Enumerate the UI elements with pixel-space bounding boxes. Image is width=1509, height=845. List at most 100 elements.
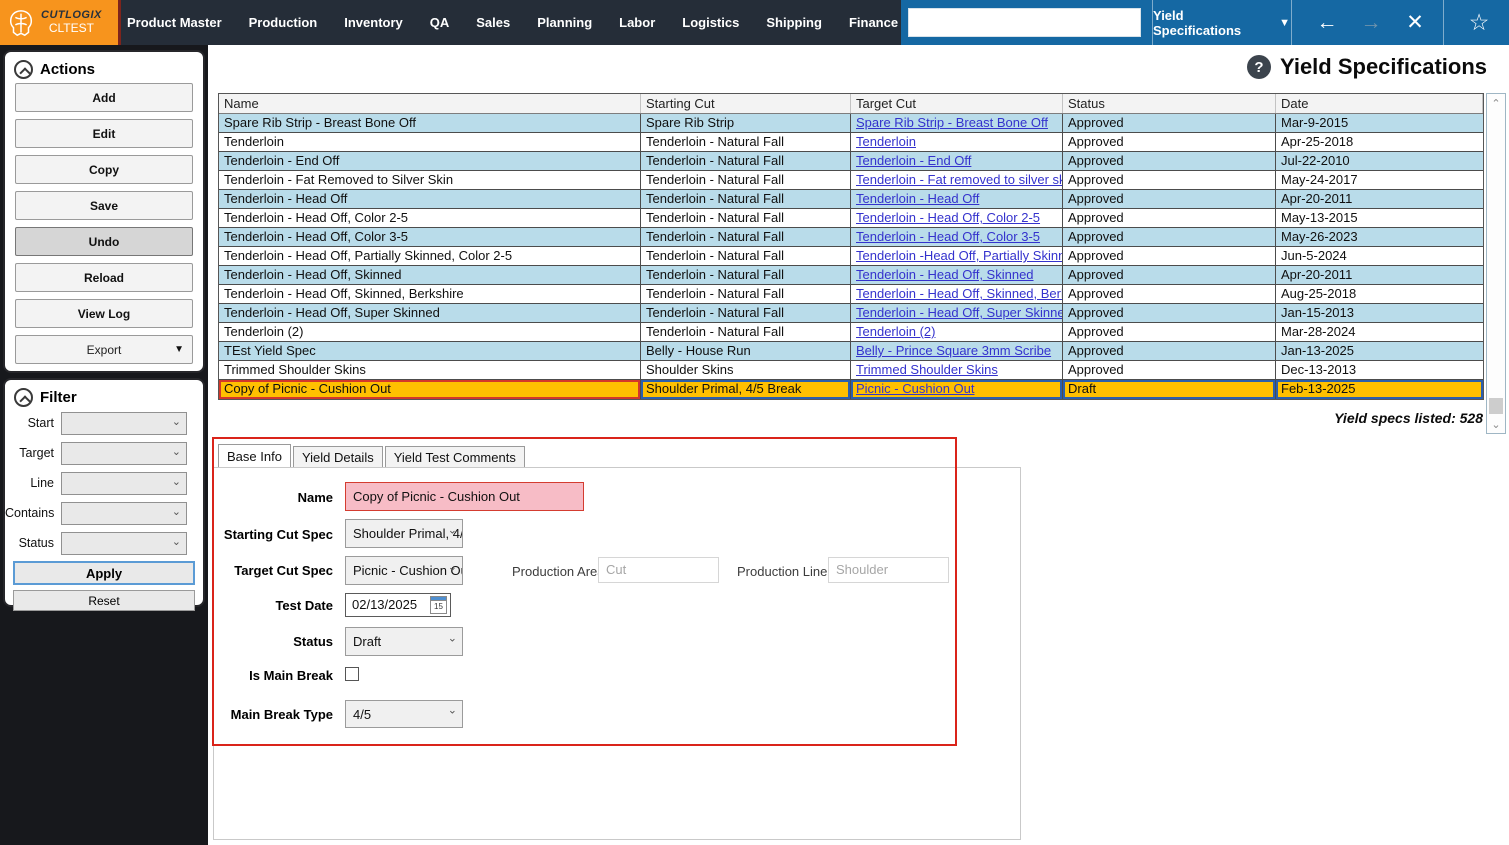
target-cut-link[interactable]: Tenderloin - Head Off, Skinned, Berkshir…: [856, 286, 1062, 301]
target-cut-link[interactable]: Tenderloin - Head Off, Color 3-5: [856, 229, 1040, 244]
view-log-button[interactable]: View Log: [15, 299, 193, 328]
target-cut-link[interactable]: Tenderloin - Head Off, Super Skinned: [856, 305, 1062, 320]
menu-item-labor[interactable]: Labor: [619, 15, 655, 30]
cell-starting-cut[interactable]: Tenderloin - Natural Fall: [641, 304, 851, 322]
table-row[interactable]: Tenderloin - Fat Removed to Silver Skin T…: [219, 171, 1483, 190]
name-input[interactable]: [345, 482, 584, 511]
copy-button[interactable]: Copy: [15, 155, 193, 184]
column-header-date[interactable]: Date: [1276, 94, 1483, 113]
filter-select-start[interactable]: ⌄: [61, 411, 187, 435]
table-row[interactable]: Trimmed Shoulder Skins Shoulder Skins Trim…: [219, 361, 1483, 380]
undo-button[interactable]: Undo: [15, 227, 193, 256]
cell-date[interactable]: Mar-9-2015: [1276, 114, 1483, 132]
cell-date[interactable]: Jun-5-2024: [1276, 247, 1483, 265]
target-cut-link[interactable]: Tenderloin - Head Off, Color 2-5: [856, 210, 1040, 225]
menu-item-sales[interactable]: Sales: [476, 15, 510, 30]
cell-status[interactable]: Approved: [1063, 171, 1276, 189]
cell-starting-cut[interactable]: Belly - House Run: [641, 342, 851, 360]
menu-item-logistics[interactable]: Logistics: [682, 15, 739, 30]
cell-date[interactable]: Apr-20-2011: [1276, 190, 1483, 208]
cell-name[interactable]: TEst Yield Spec: [219, 342, 641, 360]
target-cut-link[interactable]: Picnic - Cushion Out: [856, 381, 975, 396]
tab-yield-test-comments[interactable]: Yield Test Comments: [384, 446, 525, 467]
table-scrollbar[interactable]: ⌃ ⌄: [1486, 93, 1506, 434]
cell-status[interactable]: Approved: [1063, 361, 1276, 379]
calendar-icon[interactable]: 15: [430, 596, 447, 614]
cell-name[interactable]: Trimmed Shoulder Skins: [219, 361, 641, 379]
cell-starting-cut[interactable]: Tenderloin - Natural Fall: [641, 209, 851, 227]
column-header-status[interactable]: Status: [1063, 94, 1276, 113]
cell-name[interactable]: Tenderloin - Head Off: [219, 190, 641, 208]
cell-starting-cut[interactable]: Tenderloin - Natural Fall: [641, 247, 851, 265]
table-row[interactable]: Tenderloin - Head Off, Partially Skinned…: [219, 247, 1483, 266]
target-cut-link[interactable]: Spare Rib Strip - Breast Bone Off: [856, 115, 1048, 130]
cell-status[interactable]: Approved: [1063, 152, 1276, 170]
cell-status[interactable]: Approved: [1063, 285, 1276, 303]
column-header-starting-cut[interactable]: Starting Cut: [641, 94, 851, 113]
table-row[interactable]: Tenderloin - Head Off, Super Skinned Tend…: [219, 304, 1483, 323]
table-row[interactable]: Tenderloin - Head Off, Color 2-5 Tenderlo…: [219, 209, 1483, 228]
status-select[interactable]: Draft ⌄: [345, 627, 463, 656]
target-cut-link[interactable]: Tenderloin (2): [856, 324, 936, 339]
apply-filter-button[interactable]: Apply: [13, 561, 195, 585]
cell-date[interactable]: Jul-22-2010: [1276, 152, 1483, 170]
target-cut-spec-select[interactable]: Picnic - Cushion Out ⌄: [345, 556, 463, 585]
production-line-input[interactable]: Shoulder: [828, 557, 949, 583]
cell-name[interactable]: Tenderloin - Head Off, Color 2-5: [219, 209, 641, 227]
starting-cut-spec-select[interactable]: Shoulder Primal, 4/5 Break ⌄: [345, 519, 463, 548]
column-header-target-cut[interactable]: Target Cut: [851, 94, 1063, 113]
cell-starting-cut[interactable]: Tenderloin - Natural Fall: [641, 171, 851, 189]
cell-name[interactable]: Tenderloin - Head Off, Skinned: [219, 266, 641, 284]
cell-name[interactable]: Tenderloin - Fat Removed to Silver Skin: [219, 171, 641, 189]
cell-date[interactable]: Aug-25-2018: [1276, 285, 1483, 303]
cell-name[interactable]: Tenderloin - Head Off, Super Skinned: [219, 304, 641, 322]
cell-date[interactable]: May-13-2015: [1276, 209, 1483, 227]
cell-name[interactable]: Tenderloin - Head Off, Partially Skinned…: [219, 247, 641, 265]
help-icon[interactable]: ?: [1246, 55, 1271, 79]
filter-select-target[interactable]: ⌄: [61, 441, 187, 465]
collapse-filter-icon[interactable]: [14, 388, 33, 407]
tab-yield-details[interactable]: Yield Details: [292, 446, 383, 467]
cell-status[interactable]: Approved: [1063, 228, 1276, 246]
target-cut-link[interactable]: Belly - Prince Square 3mm Scribe: [856, 343, 1051, 358]
forward-button[interactable]: →: [1349, 0, 1393, 45]
menu-item-inventory[interactable]: Inventory: [344, 15, 403, 30]
main-break-type-select[interactable]: 4/5 ⌄: [345, 700, 463, 728]
cell-name[interactable]: Spare Rib Strip - Breast Bone Off: [219, 114, 641, 132]
cell-name[interactable]: Copy of Picnic - Cushion Out: [219, 380, 641, 399]
back-button[interactable]: ←: [1305, 0, 1349, 45]
table-row[interactable]: Tenderloin Tenderloin - Natural Fall Tende…: [219, 133, 1483, 152]
target-cut-link[interactable]: Tenderloin - Head Off: [856, 191, 979, 206]
menu-item-qa[interactable]: QA: [430, 15, 450, 30]
reload-button[interactable]: Reload: [15, 263, 193, 292]
cell-date[interactable]: Apr-25-2018: [1276, 133, 1483, 151]
save-button[interactable]: Save: [15, 191, 193, 220]
close-button[interactable]: ✕: [1393, 0, 1437, 45]
cell-status[interactable]: Approved: [1063, 266, 1276, 284]
is-main-break-checkbox[interactable]: [345, 667, 359, 681]
menu-item-shipping[interactable]: Shipping: [766, 15, 822, 30]
cell-starting-cut[interactable]: Tenderloin - Natural Fall: [641, 228, 851, 246]
table-row[interactable]: Tenderloin - Head Off Tenderloin - Natura…: [219, 190, 1483, 209]
cell-date[interactable]: Jan-13-2025: [1276, 342, 1483, 360]
favorite-star-button[interactable]: ☆: [1457, 0, 1501, 45]
cell-status[interactable]: Approved: [1063, 247, 1276, 265]
cell-status[interactable]: Approved: [1063, 209, 1276, 227]
page-selector-dropdown[interactable]: Yield Specifications ▼: [1153, 0, 1290, 45]
menu-item-planning[interactable]: Planning: [537, 15, 592, 30]
menu-item-finance[interactable]: Finance: [849, 15, 898, 30]
cell-starting-cut[interactable]: Tenderloin - Natural Fall: [641, 133, 851, 151]
production-area-input[interactable]: Cut: [598, 557, 719, 583]
target-cut-link[interactable]: Tenderloin - End Off: [856, 153, 971, 168]
export-button[interactable]: Export ▼: [15, 335, 193, 364]
cell-status[interactable]: Approved: [1063, 304, 1276, 322]
cell-date[interactable]: Jan-15-2013: [1276, 304, 1483, 322]
menu-item-production[interactable]: Production: [249, 15, 318, 30]
cell-status[interactable]: Approved: [1063, 114, 1276, 132]
scroll-up-icon[interactable]: ⌃: [1487, 95, 1505, 111]
table-row[interactable]: TEst Yield Spec Belly - House Run Belly - …: [219, 342, 1483, 361]
cell-name[interactable]: Tenderloin: [219, 133, 641, 151]
target-cut-link[interactable]: Tenderloin -Head Off, Partially Skinned,…: [856, 248, 1062, 263]
cell-status[interactable]: Approved: [1063, 323, 1276, 341]
filter-select-status[interactable]: ⌄: [61, 531, 187, 555]
